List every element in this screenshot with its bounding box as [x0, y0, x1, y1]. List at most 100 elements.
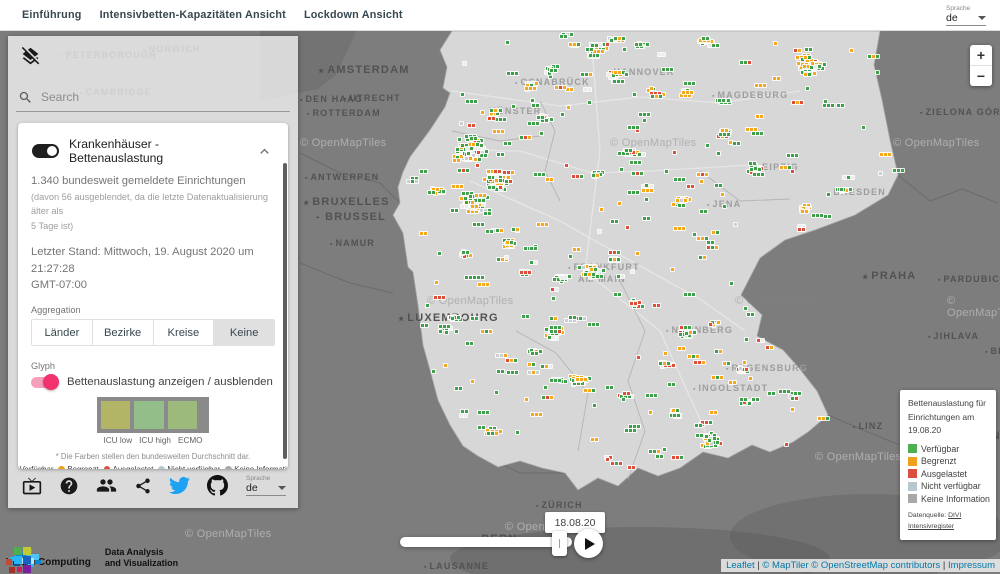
hospital-glyph[interactable]	[470, 379, 475, 384]
hospital-glyph[interactable]	[454, 329, 459, 334]
hospital-glyph[interactable]	[572, 247, 581, 252]
hospital-glyph[interactable]	[433, 295, 446, 300]
hospital-glyph[interactable]	[502, 170, 515, 175]
hospital-glyph[interactable]	[732, 141, 741, 146]
hospital-glyph[interactable]	[568, 254, 573, 259]
hospital-glyph[interactable]	[662, 447, 667, 452]
hospital-glyph[interactable]	[559, 275, 568, 280]
nav-language-select[interactable]: Sprache de	[946, 5, 986, 26]
hospital-glyph[interactable]	[707, 438, 712, 443]
hospital-glyph[interactable]	[434, 280, 439, 285]
hospital-glyph[interactable]	[498, 185, 503, 190]
hospital-glyph[interactable]	[644, 183, 649, 188]
share-icon[interactable]	[134, 477, 152, 495]
hospital-glyph[interactable]	[494, 390, 499, 395]
attribution-link-impressum[interactable]: Impressum	[948, 560, 995, 571]
hospital-glyph[interactable]	[460, 204, 469, 209]
hospital-glyph[interactable]	[683, 81, 696, 86]
hospital-glyph[interactable]	[686, 184, 695, 189]
aggregation-option-kreise[interactable]: Kreise	[154, 319, 215, 346]
hospital-glyph[interactable]	[420, 323, 429, 328]
hospital-glyph[interactable]	[811, 213, 824, 218]
hospital-glyph[interactable]	[800, 209, 809, 214]
hospital-glyph[interactable]	[613, 292, 622, 297]
hospital-glyph[interactable]	[489, 108, 498, 113]
hospital-glyph[interactable]	[627, 465, 636, 470]
layers-clear-icon[interactable]	[8, 36, 298, 72]
hospital-glyph[interactable]	[530, 351, 539, 356]
hospital-glyph[interactable]	[547, 335, 556, 340]
hospital-glyph[interactable]	[707, 43, 720, 48]
hospital-glyph[interactable]	[540, 364, 553, 369]
hospital-glyph[interactable]	[627, 190, 640, 195]
hospital-glyph[interactable]	[720, 192, 725, 197]
nav-item-lockdown-ansicht[interactable]: Lockdown Ansicht	[304, 9, 403, 21]
sidebar-language-select[interactable]: Sprache de	[246, 475, 286, 496]
hospital-glyph[interactable]	[533, 172, 546, 177]
hospital-glyph[interactable]	[554, 85, 567, 90]
hospital-glyph[interactable]	[485, 229, 494, 234]
hospital-glyph[interactable]	[753, 166, 758, 171]
hospital-glyph[interactable]	[693, 360, 706, 365]
hospital-glyph[interactable]	[752, 172, 765, 177]
hospital-glyph[interactable]	[524, 397, 529, 402]
github-icon[interactable]	[207, 475, 228, 496]
hospital-glyph[interactable]	[645, 393, 658, 398]
hospital-glyph[interactable]	[465, 146, 478, 151]
hospital-glyph[interactable]	[610, 219, 619, 224]
hospital-glyph[interactable]	[836, 103, 845, 108]
timeline-slider-track[interactable]	[400, 537, 572, 547]
hospital-glyph[interactable]	[751, 397, 760, 402]
hospital-glyph[interactable]	[616, 274, 625, 279]
hospital-glyph[interactable]	[717, 98, 726, 103]
hospital-glyph[interactable]	[655, 454, 664, 459]
hospital-glyph[interactable]	[493, 169, 502, 174]
glyph-visibility-toggle[interactable]	[31, 377, 58, 388]
hospital-glyph[interactable]	[624, 148, 633, 153]
aggregation-option-länder[interactable]: Länder	[31, 319, 93, 346]
hospital-glyph[interactable]	[670, 267, 675, 272]
aggregation-option-bezirke[interactable]: Bezirke	[93, 319, 154, 346]
aggregation-option-keine[interactable]: Keine	[214, 319, 275, 346]
hospital-glyph[interactable]	[875, 70, 880, 75]
hospital-glyph[interactable]	[560, 112, 565, 117]
hospital-glyph[interactable]	[487, 116, 496, 121]
hospital-glyph[interactable]	[505, 240, 514, 245]
hospital-glyph[interactable]	[549, 316, 558, 321]
hospital-glyph[interactable]	[571, 174, 584, 179]
hospital-glyph[interactable]	[652, 303, 661, 308]
hospital-glyph[interactable]	[477, 410, 490, 415]
hospital-glyph[interactable]	[496, 369, 505, 374]
hospital-glyph[interactable]	[677, 346, 686, 351]
hospital-glyph[interactable]	[454, 386, 463, 391]
hospital-glyph[interactable]	[462, 61, 467, 66]
hospital-glyph[interactable]	[804, 47, 813, 52]
hospital-glyph[interactable]	[619, 167, 624, 172]
hospital-glyph[interactable]	[480, 329, 493, 334]
hospital-glyph[interactable]	[511, 104, 516, 109]
hospital-glyph[interactable]	[708, 322, 713, 327]
hospital-glyph[interactable]	[778, 389, 791, 394]
hospital-glyph[interactable]	[529, 246, 538, 251]
hospital-glyph[interactable]	[784, 442, 789, 447]
hospital-glyph[interactable]	[629, 301, 638, 306]
hospital-glyph[interactable]	[587, 322, 600, 327]
hospital-glyph[interactable]	[527, 362, 536, 367]
hospital-glyph[interactable]	[608, 257, 621, 262]
hospital-glyph[interactable]	[892, 168, 905, 173]
hospital-glyph[interactable]	[519, 270, 532, 275]
hospital-glyph[interactable]	[642, 216, 651, 221]
hospital-glyph[interactable]	[699, 209, 708, 214]
hospital-glyph[interactable]	[728, 380, 737, 385]
hospital-glyph[interactable]	[539, 131, 544, 136]
hospital-glyph[interactable]	[597, 229, 602, 234]
hospital-glyph[interactable]	[772, 76, 781, 81]
hospital-glyph[interactable]	[786, 153, 799, 158]
hospital-glyph[interactable]	[767, 391, 776, 396]
hospital-glyph[interactable]	[475, 163, 480, 168]
dav-logo[interactable]: Data Analysis and Visualization	[105, 547, 178, 568]
hospital-glyph[interactable]	[595, 53, 600, 58]
hospital-glyph[interactable]	[613, 36, 626, 41]
hospital-glyph[interactable]	[746, 312, 755, 317]
hospital-glyph[interactable]	[809, 65, 818, 70]
